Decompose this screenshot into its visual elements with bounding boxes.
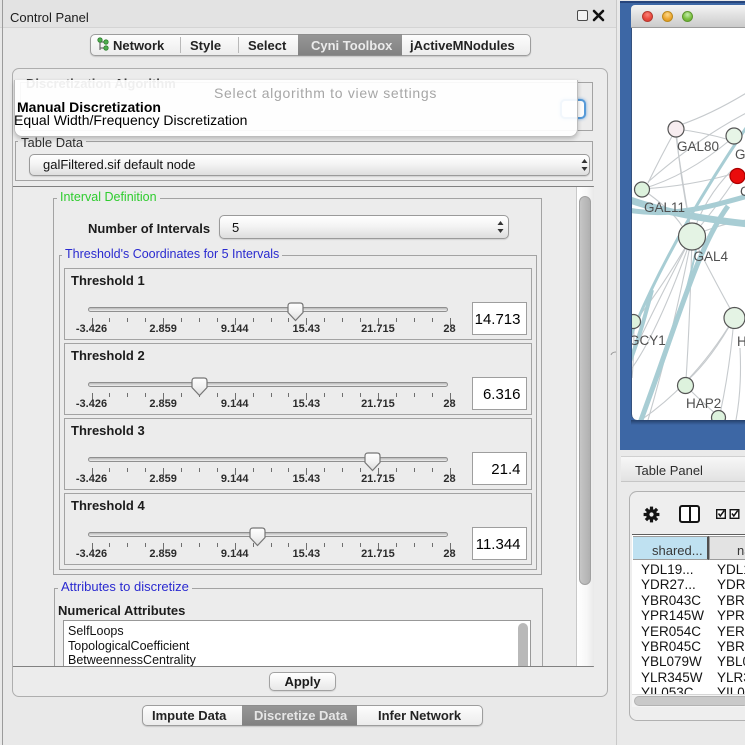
svg-text:GAL80: GAL80 xyxy=(677,139,719,154)
svg-text:C: C xyxy=(740,184,745,199)
svg-text:GA: GA xyxy=(735,147,745,162)
svg-text:GAL11: GAL11 xyxy=(644,200,685,215)
svg-text:GCY1: GCY1 xyxy=(632,333,666,348)
svg-text:GAL4: GAL4 xyxy=(694,249,729,264)
svg-text:HAP2: HAP2 xyxy=(686,396,721,411)
svg-text:HI: HI xyxy=(737,334,745,349)
